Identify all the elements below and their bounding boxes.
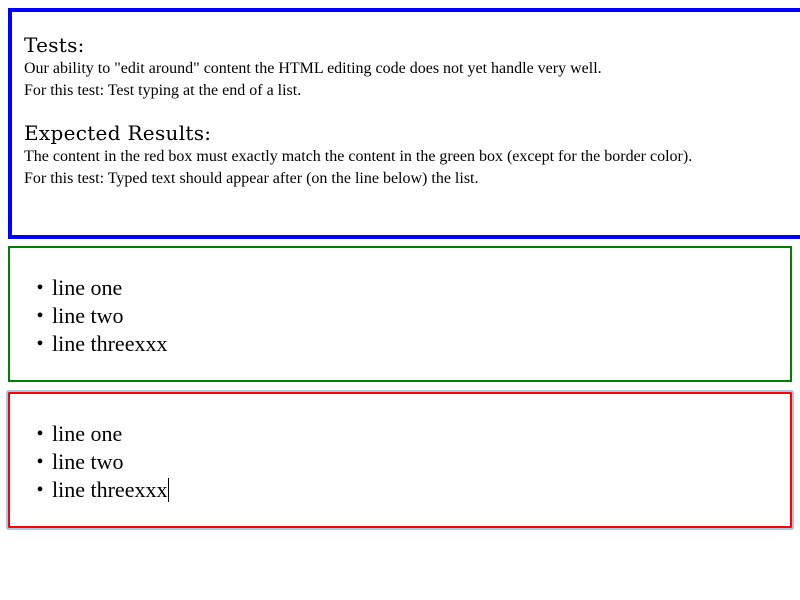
list-item: • line two (28, 302, 167, 330)
tests-description-line-2: For this test: Test typing at the end of… (24, 82, 302, 99)
bullet-icon: • (36, 277, 44, 299)
list-item[interactable]: • line one (28, 420, 169, 448)
editable-list[interactable]: • line one • line two • line threexxx (28, 420, 170, 504)
list-item-text: line two (52, 303, 124, 328)
tests-description-line-1: Our ability to "edit around" content the… (24, 60, 602, 77)
expected-results-line-1: The content in the red box must exactly … (24, 148, 693, 165)
list-item-text[interactable]: line threexxx (52, 476, 167, 504)
list-item[interactable]: • line threexxx (28, 476, 170, 504)
expected-results-line-2: For this test: Typed text should appear … (24, 170, 479, 187)
bullet-icon: • (36, 479, 44, 501)
bullet-icon: • (36, 451, 44, 473)
list-item-text: line one (52, 275, 123, 300)
bullet-icon: • (36, 305, 44, 327)
list-item-text[interactable]: line one (52, 420, 122, 448)
list-item: • line one (28, 274, 167, 302)
list-item-text[interactable]: line two (52, 448, 124, 476)
list-item[interactable]: • line two (28, 448, 169, 476)
tests-heading: Tests: (24, 33, 85, 57)
expected-results-heading: Expected Results: (24, 121, 212, 145)
text-caret (168, 478, 170, 502)
editable-content-box[interactable]: • line one • line two • line threexxx (8, 392, 792, 528)
test-description-box: Tests: Our ability to "edit around" cont… (8, 8, 800, 239)
list-item-text: line threexxx (52, 331, 168, 356)
bullet-icon: • (36, 333, 44, 355)
expected-list: • line one • line two • line threexxx (28, 274, 167, 358)
bullet-icon: • (36, 423, 44, 445)
list-item: • line threexxx (28, 330, 167, 358)
expected-result-box: • line one • line two • line threexxx (8, 246, 792, 382)
